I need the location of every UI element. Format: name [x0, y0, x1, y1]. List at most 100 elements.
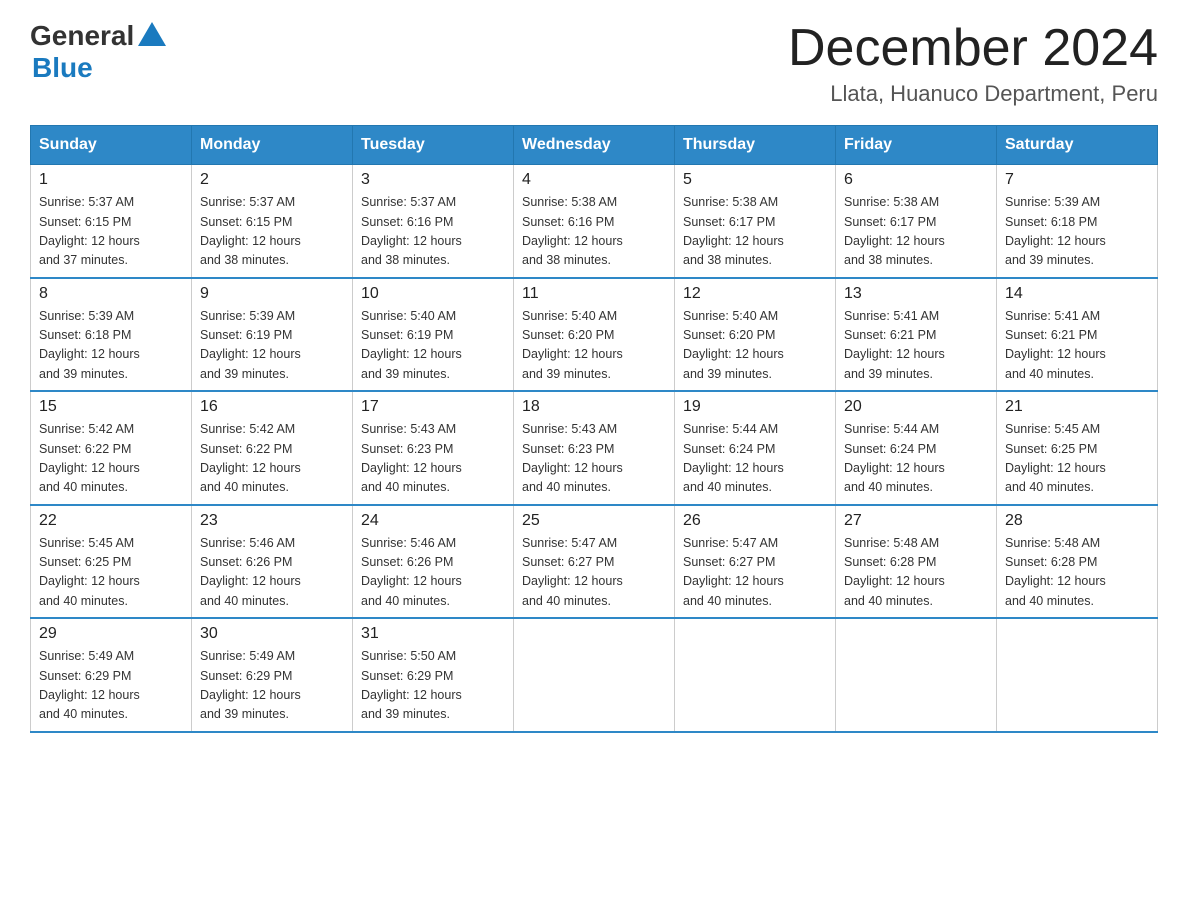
- day-info: Sunrise: 5:39 AMSunset: 6:18 PMDaylight:…: [39, 307, 183, 385]
- day-number: 7: [1005, 171, 1149, 189]
- day-info: Sunrise: 5:48 AMSunset: 6:28 PMDaylight:…: [844, 534, 988, 612]
- calendar-week-row-4: 22 Sunrise: 5:45 AMSunset: 6:25 PMDayligh…: [31, 505, 1158, 619]
- calendar-cell: [997, 618, 1158, 732]
- calendar-cell: [675, 618, 836, 732]
- calendar-cell: 7 Sunrise: 5:39 AMSunset: 6:18 PMDaylight…: [997, 165, 1158, 278]
- calendar-cell: 5 Sunrise: 5:38 AMSunset: 6:17 PMDaylight…: [675, 165, 836, 278]
- calendar-table: SundayMondayTuesdayWednesdayThursdayFrid…: [30, 125, 1158, 733]
- day-info: Sunrise: 5:45 AMSunset: 6:25 PMDaylight:…: [39, 534, 183, 612]
- calendar-cell: 21Sunrise: 5:45 AMSunset: 6:25 PMDayligh…: [997, 391, 1158, 505]
- calendar-cell: 20 Sunrise: 5:44 AMSunset: 6:24 PMDayligh…: [836, 391, 997, 505]
- day-info: Sunrise: 5:38 AMSunset: 6:17 PMDaylight:…: [683, 193, 827, 271]
- day-number: 1: [39, 171, 183, 189]
- day-number: 19: [683, 398, 827, 416]
- day-info: Sunrise: 5:49 AMSunset: 6:29 PMDaylight:…: [200, 647, 344, 725]
- day-number: 22: [39, 512, 183, 530]
- title-section: December 2024 Llata, Huanuco Department,…: [788, 20, 1158, 107]
- day-number: 21: [1005, 398, 1149, 416]
- day-number: 17: [361, 398, 505, 416]
- page-header: General Blue December 2024 Llata, Huanuc…: [30, 20, 1158, 107]
- calendar-cell: 1Sunrise: 5:37 AMSunset: 6:15 PMDaylight…: [31, 165, 192, 278]
- calendar-cell: 24 Sunrise: 5:46 AMSunset: 6:26 PMDayligh…: [353, 505, 514, 619]
- day-number: 31: [361, 625, 505, 643]
- day-info: Sunrise: 5:48 AMSunset: 6:28 PMDaylight:…: [1005, 534, 1149, 612]
- day-number: 24: [361, 512, 505, 530]
- calendar-cell: 22 Sunrise: 5:45 AMSunset: 6:25 PMDayligh…: [31, 505, 192, 619]
- day-info: Sunrise: 5:40 AMSunset: 6:20 PMDaylight:…: [683, 307, 827, 385]
- day-info: Sunrise: 5:37 AMSunset: 6:16 PMDaylight:…: [361, 193, 505, 271]
- weekday-header-tuesday: Tuesday: [353, 126, 514, 165]
- day-number: 2: [200, 171, 344, 189]
- day-info: Sunrise: 5:50 AMSunset: 6:29 PMDaylight:…: [361, 647, 505, 725]
- calendar-cell: 3 Sunrise: 5:37 AMSunset: 6:16 PMDaylight…: [353, 165, 514, 278]
- day-number: 4: [522, 171, 666, 189]
- day-number: 20: [844, 398, 988, 416]
- calendar-cell: 19Sunrise: 5:44 AMSunset: 6:24 PMDayligh…: [675, 391, 836, 505]
- day-info: Sunrise: 5:47 AMSunset: 6:27 PMDaylight:…: [522, 534, 666, 612]
- calendar-cell: 4Sunrise: 5:38 AMSunset: 6:16 PMDaylight…: [514, 165, 675, 278]
- day-number: 8: [39, 285, 183, 303]
- calendar-cell: [514, 618, 675, 732]
- logo: General Blue: [30, 20, 166, 84]
- logo-general-text: General: [30, 20, 134, 52]
- weekday-header-wednesday: Wednesday: [514, 126, 675, 165]
- weekday-header-saturday: Saturday: [997, 126, 1158, 165]
- day-number: 11: [522, 285, 666, 303]
- calendar-cell: 18Sunrise: 5:43 AMSunset: 6:23 PMDayligh…: [514, 391, 675, 505]
- day-number: 10: [361, 285, 505, 303]
- day-info: Sunrise: 5:39 AMSunset: 6:18 PMDaylight:…: [1005, 193, 1149, 271]
- calendar-cell: [836, 618, 997, 732]
- weekday-header-monday: Monday: [192, 126, 353, 165]
- day-info: Sunrise: 5:38 AMSunset: 6:17 PMDaylight:…: [844, 193, 988, 271]
- day-number: 6: [844, 171, 988, 189]
- day-number: 25: [522, 512, 666, 530]
- day-info: Sunrise: 5:39 AMSunset: 6:19 PMDaylight:…: [200, 307, 344, 385]
- day-number: 30: [200, 625, 344, 643]
- day-number: 3: [361, 171, 505, 189]
- day-number: 9: [200, 285, 344, 303]
- calendar-cell: 25 Sunrise: 5:47 AMSunset: 6:27 PMDayligh…: [514, 505, 675, 619]
- calendar-cell: 13 Sunrise: 5:41 AMSunset: 6:21 PMDayligh…: [836, 278, 997, 392]
- calendar-cell: 30 Sunrise: 5:49 AMSunset: 6:29 PMDayligh…: [192, 618, 353, 732]
- month-title: December 2024: [788, 20, 1158, 77]
- calendar-cell: 17 Sunrise: 5:43 AMSunset: 6:23 PMDayligh…: [353, 391, 514, 505]
- calendar-cell: 27 Sunrise: 5:48 AMSunset: 6:28 PMDayligh…: [836, 505, 997, 619]
- weekday-header-row: SundayMondayTuesdayWednesdayThursdayFrid…: [31, 126, 1158, 165]
- day-info: Sunrise: 5:43 AMSunset: 6:23 PMDaylight:…: [361, 420, 505, 498]
- day-info: Sunrise: 5:44 AMSunset: 6:24 PMDaylight:…: [844, 420, 988, 498]
- calendar-cell: 14Sunrise: 5:41 AMSunset: 6:21 PMDayligh…: [997, 278, 1158, 392]
- day-info: Sunrise: 5:46 AMSunset: 6:26 PMDaylight:…: [361, 534, 505, 612]
- calendar-cell: 2 Sunrise: 5:37 AMSunset: 6:15 PMDaylight…: [192, 165, 353, 278]
- day-number: 15: [39, 398, 183, 416]
- weekday-header-sunday: Sunday: [31, 126, 192, 165]
- calendar-cell: 15Sunrise: 5:42 AMSunset: 6:22 PMDayligh…: [31, 391, 192, 505]
- calendar-cell: 16 Sunrise: 5:42 AMSunset: 6:22 PMDayligh…: [192, 391, 353, 505]
- day-number: 18: [522, 398, 666, 416]
- calendar-cell: 12 Sunrise: 5:40 AMSunset: 6:20 PMDayligh…: [675, 278, 836, 392]
- calendar-cell: 31 Sunrise: 5:50 AMSunset: 6:29 PMDayligh…: [353, 618, 514, 732]
- calendar-week-row-3: 15 Sunrise: 5:42 AMSunset: 6:22 PMDayligh…: [31, 391, 1158, 505]
- day-number: 16: [200, 398, 344, 416]
- calendar-cell: 10 Sunrise: 5:40 AMSunset: 6:19 PMDayligh…: [353, 278, 514, 392]
- day-info: Sunrise: 5:40 AMSunset: 6:19 PMDaylight:…: [361, 307, 505, 385]
- day-number: 5: [683, 171, 827, 189]
- day-number: 27: [844, 512, 988, 530]
- calendar-cell: 11Sunrise: 5:40 AMSunset: 6:20 PMDayligh…: [514, 278, 675, 392]
- day-number: 26: [683, 512, 827, 530]
- day-number: 12: [683, 285, 827, 303]
- calendar-week-row-5: 29Sunrise: 5:49 AMSunset: 6:29 PMDayligh…: [31, 618, 1158, 732]
- day-info: Sunrise: 5:47 AMSunset: 6:27 PMDaylight:…: [683, 534, 827, 612]
- day-number: 13: [844, 285, 988, 303]
- day-info: Sunrise: 5:41 AMSunset: 6:21 PMDaylight:…: [844, 307, 988, 385]
- day-number: 23: [200, 512, 344, 530]
- day-info: Sunrise: 5:46 AMSunset: 6:26 PMDaylight:…: [200, 534, 344, 612]
- day-info: Sunrise: 5:41 AMSunset: 6:21 PMDaylight:…: [1005, 307, 1149, 385]
- day-info: Sunrise: 5:42 AMSunset: 6:22 PMDaylight:…: [200, 420, 344, 498]
- day-info: Sunrise: 5:37 AMSunset: 6:15 PMDaylight:…: [200, 193, 344, 271]
- logo-triangle-icon: [138, 22, 166, 46]
- day-info: Sunrise: 5:49 AMSunset: 6:29 PMDaylight:…: [39, 647, 183, 725]
- logo-blue-text: Blue: [32, 52, 93, 84]
- calendar-cell: 28Sunrise: 5:48 AMSunset: 6:28 PMDayligh…: [997, 505, 1158, 619]
- weekday-header-friday: Friday: [836, 126, 997, 165]
- calendar-week-row-2: 8 Sunrise: 5:39 AMSunset: 6:18 PMDaylight…: [31, 278, 1158, 392]
